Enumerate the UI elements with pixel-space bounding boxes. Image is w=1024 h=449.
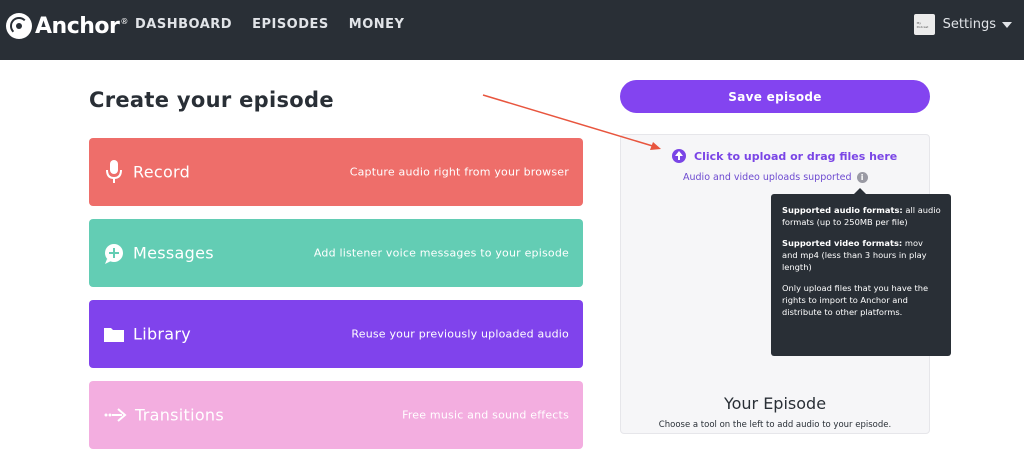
- annotation-arrow: [482, 94, 661, 150]
- annotation-arrow-line: [482, 94, 657, 148]
- annotation-arrow-head: [650, 142, 661, 150]
